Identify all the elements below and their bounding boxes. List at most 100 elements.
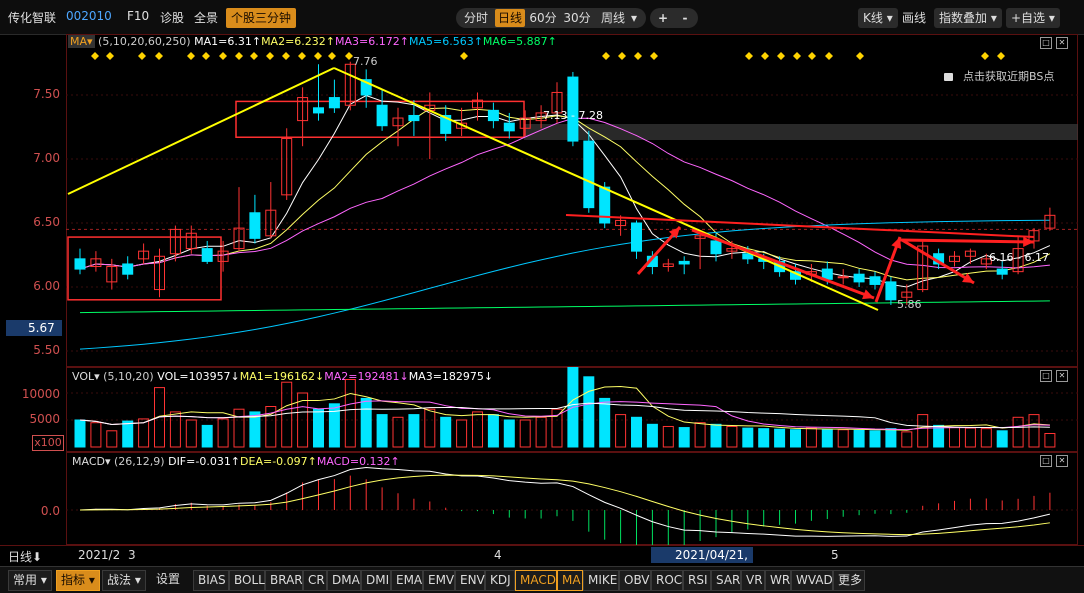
indicator-tab-ma[interactable]: MA bbox=[557, 570, 583, 591]
panorama-button[interactable]: 全景 bbox=[194, 9, 218, 26]
signal-diamond bbox=[761, 52, 769, 60]
candle-body bbox=[583, 140, 595, 209]
settings-button[interactable]: 设置 bbox=[152, 570, 184, 589]
stock-code[interactable]: 002010 bbox=[66, 9, 112, 23]
period-tab-timeshare[interactable]: 分时 bbox=[461, 9, 491, 27]
candle-body bbox=[249, 212, 261, 239]
volume-bar bbox=[233, 408, 245, 448]
annotation-high: 7.76 bbox=[353, 55, 378, 68]
candle-body bbox=[376, 104, 388, 127]
common-label: 常用 bbox=[13, 573, 38, 587]
index-overlay-button[interactable]: 指数叠加 ▾ bbox=[934, 8, 1002, 28]
indicator-tab-emv[interactable]: EMV bbox=[423, 570, 455, 591]
indicator-tab-bias[interactable]: BIAS bbox=[193, 570, 229, 591]
indicator-tab-macd[interactable]: MACD bbox=[515, 570, 557, 591]
kline-type-button[interactable]: K线 ▾ bbox=[858, 8, 898, 28]
period-tab-30min[interactable]: 30分 bbox=[562, 9, 592, 27]
vol-ma3-line bbox=[79, 402, 1050, 429]
volume-bar bbox=[996, 430, 1008, 448]
candle-body bbox=[487, 109, 499, 122]
indicator-label: 指标 bbox=[61, 573, 86, 587]
current-price-label: 5.67 bbox=[6, 320, 62, 336]
kline-label: K线 bbox=[863, 11, 883, 25]
indicator-tab-sar[interactable]: SAR bbox=[711, 570, 741, 591]
trend-line-down bbox=[333, 67, 879, 311]
signal-diamond bbox=[981, 52, 989, 60]
indicator-tab-roc[interactable]: ROC bbox=[651, 570, 683, 591]
volume-bar bbox=[424, 408, 436, 448]
common-menu-button[interactable]: 常用 ▾ bbox=[8, 570, 52, 591]
indicator-tab-ema[interactable]: EMA bbox=[391, 570, 423, 591]
period-dropdown-icon[interactable]: ▾ bbox=[628, 9, 640, 27]
annotation-range-1: 7.13 - 7.28 bbox=[543, 109, 603, 122]
period-label-text: 日线 bbox=[8, 550, 33, 564]
indicator-tab-wr[interactable]: WR bbox=[765, 570, 791, 591]
diagnose-button[interactable]: 诊股 bbox=[160, 9, 184, 26]
indicator-tab-brar[interactable]: BRAR bbox=[265, 570, 303, 591]
volume-bar bbox=[90, 422, 102, 448]
volume-bar bbox=[344, 379, 356, 448]
date-axis bbox=[0, 545, 1084, 567]
candle-body bbox=[631, 222, 642, 252]
volume-bar bbox=[392, 416, 404, 448]
candle-body bbox=[313, 107, 324, 114]
signal-diamond bbox=[235, 52, 243, 60]
add-watchlist-label: +自选 bbox=[1011, 11, 1046, 25]
period-tab-60min[interactable]: 60分 bbox=[528, 9, 558, 27]
price-axis-tick: 7.00 bbox=[33, 151, 60, 165]
price-chart[interactable] bbox=[66, 34, 1078, 367]
consolidation-box bbox=[67, 236, 222, 301]
zoom-in-button[interactable]: + bbox=[654, 9, 672, 27]
strategy-menu-button[interactable]: 战法 ▾ bbox=[102, 570, 146, 591]
candle-body bbox=[996, 268, 1008, 275]
date-label: 2021/2 bbox=[78, 548, 121, 562]
period-tab-daily[interactable]: 日线 bbox=[495, 9, 525, 27]
indicator-tab-wvad[interactable]: WVAD bbox=[791, 570, 833, 591]
volume-bar bbox=[885, 428, 897, 448]
indicator-tab-cr[interactable]: CR bbox=[303, 570, 327, 591]
indicator-tab-vr[interactable]: VR bbox=[741, 570, 765, 591]
indicator-tab-mike[interactable]: MIKE bbox=[583, 570, 619, 591]
period-label[interactable]: 日线⬇ bbox=[8, 548, 42, 565]
volume-bar bbox=[774, 428, 786, 448]
candle-body bbox=[503, 122, 515, 132]
indicator-tab-更多[interactable]: 更多 bbox=[833, 570, 865, 591]
indicator-menu-button[interactable]: 指标 ▾ bbox=[56, 570, 100, 591]
volume-bar bbox=[694, 422, 706, 448]
add-watchlist-button[interactable]: +自选 ▾ bbox=[1006, 8, 1060, 28]
period-tab-weekly[interactable]: 周线 bbox=[598, 9, 628, 27]
candle-body bbox=[869, 276, 881, 285]
volume-bar bbox=[901, 431, 913, 448]
indicator-tab-kdj[interactable]: KDJ bbox=[485, 570, 515, 591]
zoom-out-button[interactable]: - bbox=[676, 9, 694, 27]
indicator-tab-dma[interactable]: DMA bbox=[327, 570, 361, 591]
candle-body bbox=[122, 263, 134, 275]
indicator-tab-rsi[interactable]: RSI bbox=[683, 570, 711, 591]
indicator-tab-env[interactable]: ENV bbox=[455, 570, 485, 591]
three-minute-button[interactable]: 个股三分钟 bbox=[226, 8, 297, 28]
volume-bar bbox=[535, 416, 547, 448]
annotation-low: 5.86 bbox=[897, 298, 922, 311]
volume-bar bbox=[1044, 433, 1056, 448]
volume-bar bbox=[726, 425, 738, 448]
indicator-tab-obv[interactable]: OBV bbox=[619, 570, 651, 591]
price-axis-tick: 6.50 bbox=[33, 215, 60, 229]
volume-bar bbox=[615, 414, 627, 448]
f10-button[interactable]: F10 bbox=[127, 9, 149, 23]
volume-bar bbox=[949, 427, 960, 448]
annotation-range-2: 6.16 - 6.17 bbox=[989, 251, 1049, 264]
price-axis-tick: 6.00 bbox=[33, 279, 60, 293]
volume-chart[interactable] bbox=[66, 367, 1078, 452]
volume-bar bbox=[742, 427, 754, 448]
signal-diamond bbox=[106, 52, 114, 60]
draw-line-button[interactable]: 画线 bbox=[902, 9, 926, 26]
stock-name[interactable]: 传化智联 bbox=[8, 9, 56, 26]
signal-diamond bbox=[793, 52, 801, 60]
candle-body bbox=[885, 281, 897, 301]
indicator-tab-dmi[interactable]: DMI bbox=[361, 570, 391, 591]
volume-bar bbox=[440, 416, 452, 448]
volume-bar bbox=[805, 427, 817, 448]
indicator-tab-boll[interactable]: BOLL bbox=[229, 570, 265, 591]
strategy-label: 战法 bbox=[107, 573, 132, 587]
macd-chart[interactable] bbox=[66, 452, 1078, 545]
